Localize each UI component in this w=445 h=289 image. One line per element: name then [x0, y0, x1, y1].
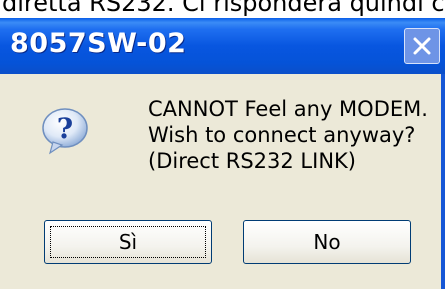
no-button[interactable]: No — [243, 220, 411, 264]
window-border — [441, 74, 445, 289]
background-text: diretta RS232. Ci risponderà quindi c — [2, 0, 445, 17]
focus-rectangle — [50, 226, 206, 258]
message-line: CANNOT Feel any MODEM. — [148, 97, 428, 121]
window-title: 8057SW-02 — [10, 28, 187, 59]
message-dialog: 8057SW-02 ? CANNOT Feel any MODEM. Wish … — [0, 18, 445, 289]
yes-button[interactable]: Sì — [44, 220, 212, 264]
message-line: Wish to connect anyway? — [148, 123, 416, 147]
close-icon — [413, 37, 431, 55]
close-button[interactable] — [404, 28, 440, 64]
message-line: (Direct RS232 LINK) — [148, 149, 356, 173]
no-button-label: No — [313, 230, 341, 254]
question-icon: ? — [42, 108, 88, 155]
title-bar[interactable]: 8057SW-02 — [0, 18, 445, 74]
message-text: CANNOT Feel any MODEM. Wish to connect a… — [148, 96, 428, 174]
svg-text:?: ? — [57, 112, 73, 145]
